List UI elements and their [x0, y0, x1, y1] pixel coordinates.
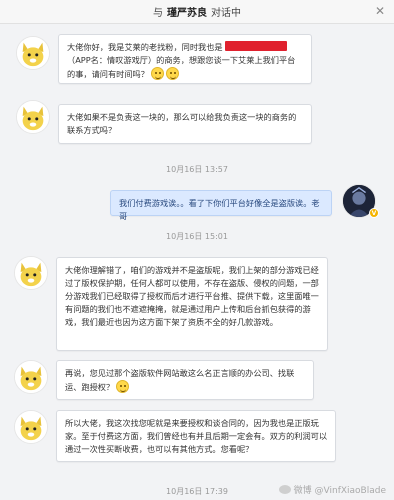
message-bubble: 大佬你理解错了，咱们的游戏并不是盗版呢，我们上架的部分游戏已经过了版权保护期，任…: [56, 257, 328, 351]
avatar[interactable]: [16, 100, 50, 134]
avatar[interactable]: [14, 256, 48, 290]
avatar[interactable]: [16, 36, 50, 70]
redaction-mark: [224, 41, 287, 51]
watermark-text: 微博 @VinfXiaoBlade: [293, 486, 386, 496]
message-bubble: 所以大佬，我这次找您呢就是来要授权和谈合同的，因为我也是正版玩家。至于付费这方面…: [56, 410, 336, 462]
message-text: 所以大佬，我这次找您呢就是来要授权和谈合同的，因为我也是正版玩家。至于付费这方面…: [65, 418, 328, 454]
chat-header: 与 瑾严苏良 对话中 ✕: [0, 0, 394, 24]
smile-emoji-icon: [165, 67, 179, 80]
close-icon[interactable]: ✕: [372, 3, 388, 19]
dog-avatar-icon: [15, 361, 47, 393]
message-text: 我们付费游戏诶。。看了下你们平台好像全是盗版诶。老哥: [119, 198, 320, 221]
avatar[interactable]: [14, 360, 48, 394]
message-text: （APP名：情叹游戏厅）的商务，想跟您谈一下艾莱上我们平台的事，请问有时间吗？: [67, 55, 296, 79]
timestamp: 10月16日 13:57: [166, 165, 228, 174]
message-text: 大佬你好，我是艾莱的老找粉，同时我也是: [67, 42, 223, 52]
header-status: 对话中: [211, 8, 241, 19]
message-bubble: 再说，您见过那个盗版软件网站敢这么名正言顺的办公司、找联运、跑授权？: [56, 360, 314, 400]
dog-avatar-icon: [15, 411, 47, 443]
avatar[interactable]: [14, 410, 48, 444]
message-text: 大佬如果不是负责这一块的，那么可以给我负责这一块的商务的联系方式吗？: [67, 112, 297, 135]
timestamp: 10月16日 15:01: [166, 232, 228, 241]
dog-avatar-icon: [15, 257, 47, 289]
message-text: 大佬你理解错了，咱们的游戏并不是盗版呢，我们上架的部分游戏已经过了版权保护期，任…: [65, 265, 319, 327]
header-prefix: 与: [153, 8, 163, 19]
verified-badge-icon: V: [369, 208, 379, 218]
contact-name[interactable]: 瑾严苏良: [167, 4, 207, 19]
dog-avatar-icon: [17, 101, 49, 133]
message-text: 再说，您见过那个盗版软件网站敢这么名正言顺的办公司、找联运、跑授权？: [65, 368, 295, 392]
message-bubble: 大佬如果不是负责这一块的，那么可以给我负责这一块的商务的联系方式吗？: [58, 104, 312, 144]
smile-emoji-icon: [116, 380, 130, 393]
dog-avatar-icon: [17, 37, 49, 69]
watermark: 微博 @VinfXiaoBlade: [278, 483, 386, 496]
weibo-logo-icon: [278, 485, 291, 494]
message-bubble: 大佬你好，我是艾莱的老找粉，同时我也是 （APP名：情叹游戏厅）的商务，想跟您谈一…: [58, 34, 312, 84]
message-bubble-self: 我们付费游戏诶。。看了下你们平台好像全是盗版诶。老哥: [110, 190, 332, 221]
smile-emoji-icon: [150, 67, 164, 80]
